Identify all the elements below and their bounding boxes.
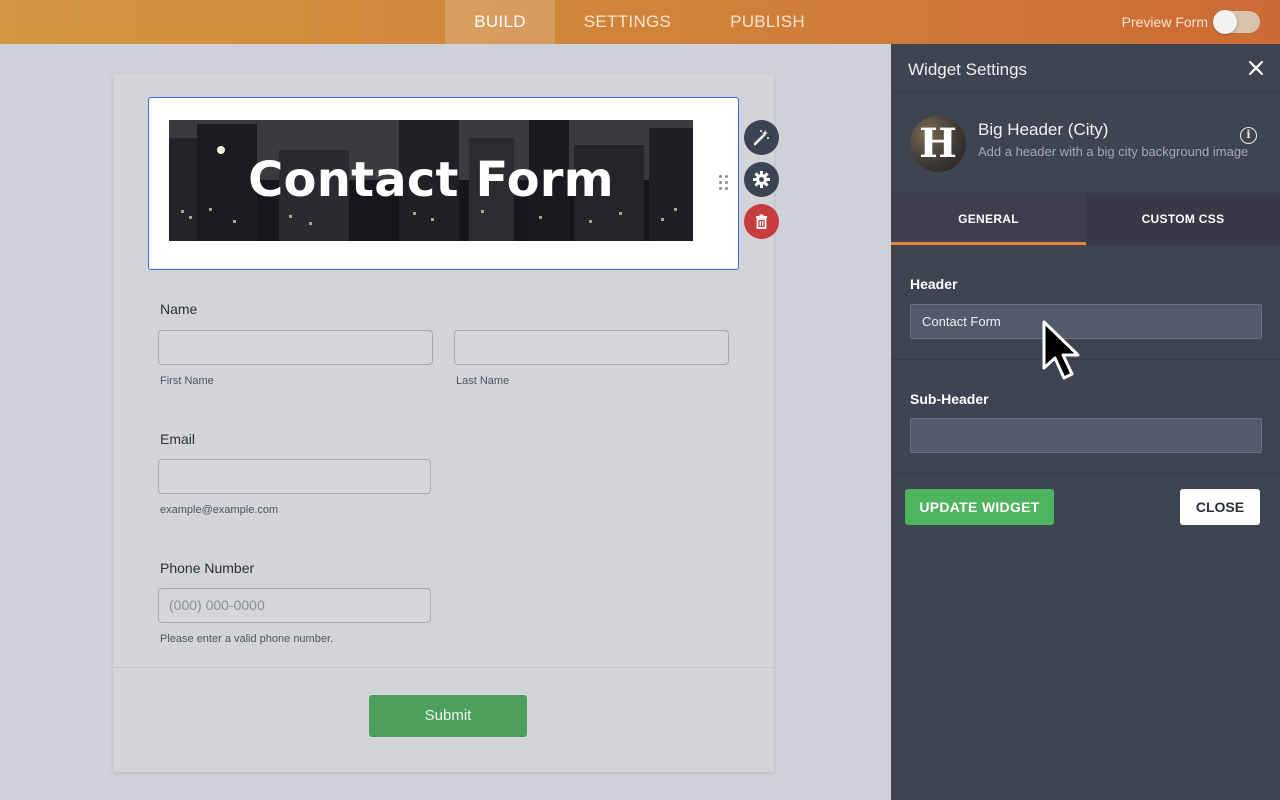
submit-button[interactable]: Submit [369,695,527,737]
delete-button[interactable] [744,204,779,239]
last-name-input[interactable] [454,330,729,365]
panel-title: Widget Settings [908,60,1028,79]
tab-build[interactable]: BUILD [445,0,555,44]
email-sublabel: example@example.com [160,504,279,516]
city-header-image: Contact Form [169,120,693,241]
wand-button[interactable] [744,120,779,155]
top-navigation-bar: BUILD SETTINGS PUBLISH Preview Form [0,0,1280,44]
header-input[interactable]: Contact Form [910,304,1262,339]
widget-name: Big Header (City) [978,120,1109,139]
last-name-sublabel: Last Name [456,375,510,387]
preview-form-label: Preview Form [1121,14,1208,30]
phone-input[interactable]: (000) 000-0000 [158,588,431,623]
subheader-field-label: Sub-Header [910,391,989,407]
form-card: Contact Form Name First Name Last Name E… [113,74,774,772]
gear-button[interactable] [744,162,779,197]
header-widget[interactable]: Contact Form [148,97,739,270]
widget-settings-panel: Widget Settings H Big Header (City) Add … [891,44,1280,800]
tab-custom-css[interactable]: CUSTOM CSS [1086,194,1280,245]
avatar-letter: H [919,120,957,167]
widget-avatar: H [910,116,966,172]
phone-label: Phone Number [160,560,255,576]
first-name-sublabel: First Name [160,375,214,387]
header-title: Contact Form [248,152,614,208]
panel-header: Widget Settings [891,44,1280,93]
subheader-input[interactable] [910,418,1262,453]
preview-form-toggle[interactable] [1213,10,1260,34]
name-label: Name [160,301,198,317]
tab-publish[interactable]: PUBLISH [710,0,825,44]
email-label: Email [160,431,196,447]
widget-info: H Big Header (City) Add a header with a … [891,93,1280,193]
phone-sublabel: Please enter a valid phone number. [160,633,334,645]
close-button[interactable]: CLOSE [1180,489,1260,525]
cursor-icon [1042,320,1080,380]
drag-handle-icon[interactable] [719,175,731,193]
update-widget-button[interactable]: UPDATE WIDGET [905,489,1054,525]
form-divider [113,667,774,668]
tab-general[interactable]: GENERAL [891,194,1086,245]
wand-icon [753,130,769,146]
header-field-label: Header [910,276,958,292]
trash-icon [756,214,767,229]
widget-description: Add a header with a big city background … [978,144,1249,159]
close-icon[interactable] [1248,60,1264,76]
info-icon[interactable]: i [1240,127,1257,144]
panel-separator [891,473,1280,474]
first-name-input[interactable] [158,330,433,365]
gear-icon [753,171,770,188]
email-input[interactable] [158,459,431,494]
panel-separator [891,359,1280,360]
panel-tabs: GENERAL CUSTOM CSS [891,194,1280,245]
toggle-knob [1213,10,1237,34]
tab-settings[interactable]: SETTINGS [565,0,690,44]
